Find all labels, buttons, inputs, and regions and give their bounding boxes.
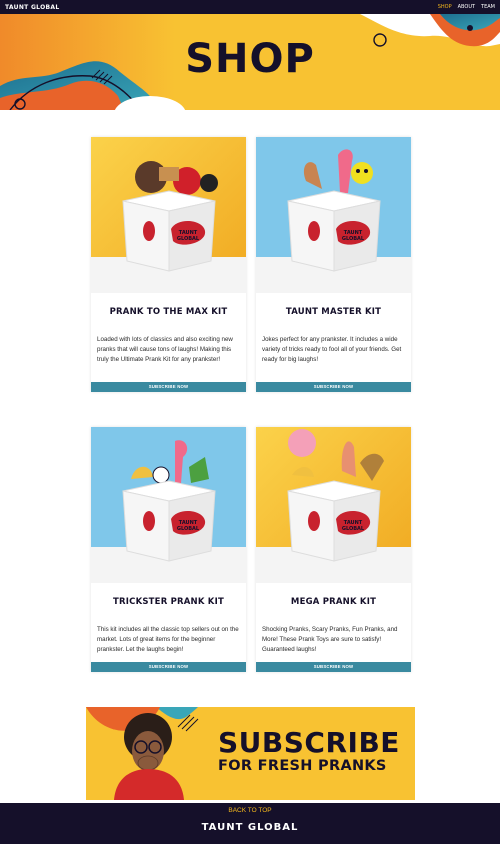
product-title: MEGA PRANK KIT: [290, 597, 377, 607]
hero-banner: SHOP: [0, 14, 500, 110]
svg-text:GLOBAL: GLOBAL: [177, 526, 200, 532]
prank-box-illustration: TAUNT GLOBAL: [256, 427, 411, 583]
product-title: TAUNT MASTER KIT: [285, 307, 382, 317]
product-title: TRICKSTER PRANK KIT: [113, 597, 224, 607]
product-image: TAUNT GLOBAL: [256, 427, 411, 583]
product-description: Jokes perfect for any prankster. It incl…: [262, 336, 402, 363]
back-to-top-link[interactable]: BACK TO TOP: [0, 807, 500, 814]
subscribe-button[interactable]: SUBSCRIBE NOW: [91, 662, 246, 672]
product-card: TAUNT GLOBAL TAUNT MASTER KIT Jokes perf…: [256, 137, 411, 392]
svg-text:GLOBAL: GLOBAL: [342, 236, 365, 242]
subscribe-button[interactable]: SUBSCRIBE NOW: [256, 662, 411, 672]
product-image: TAUNT GLOBAL: [91, 427, 246, 583]
nav-link-shop[interactable]: SHOP: [438, 4, 452, 10]
footer: BACK TO TOP TAUNT GLOBAL: [0, 803, 500, 844]
prank-box-illustration: TAUNT GLOBAL: [91, 137, 246, 293]
product-image: TAUNT GLOBAL: [91, 137, 246, 293]
nav-links: SHOP ABOUT TEAM: [438, 4, 495, 10]
top-nav: TAUNT GLOBAL SHOP ABOUT TEAM: [0, 0, 500, 14]
banner-subline: FOR FRESH PRANKS: [218, 758, 387, 774]
nav-link-about[interactable]: ABOUT: [458, 4, 475, 10]
product-description: This kit includes all the classic top se…: [97, 626, 239, 653]
subscribe-banner[interactable]: SUBSCRIBE FOR FRESH PRANKS: [86, 707, 415, 800]
svg-text:GLOBAL: GLOBAL: [342, 526, 365, 532]
prank-box-illustration: TAUNT GLOBAL: [256, 137, 411, 293]
svg-text:GLOBAL: GLOBAL: [177, 236, 200, 242]
product-description: Loaded with lots of classics and also ex…: [97, 336, 233, 363]
product-image: TAUNT GLOBAL: [256, 137, 411, 293]
product-title: PRANK TO THE MAX KIT: [109, 307, 228, 317]
product-description: Shocking Pranks, Scary Pranks, Fun Prank…: [262, 626, 398, 653]
subscribe-button[interactable]: SUBSCRIBE NOW: [91, 382, 246, 392]
page-title: SHOP: [185, 36, 315, 82]
footer-brand-logo: TAUNT GLOBAL: [201, 822, 299, 833]
nav-link-team[interactable]: TEAM: [481, 4, 495, 10]
product-card: TAUNT GLOBAL TRICKSTER PRANK KIT This ki…: [91, 427, 246, 672]
subscribe-button[interactable]: SUBSCRIBE NOW: [256, 382, 411, 392]
product-card: TAUNT GLOBAL MEGA PRANK KIT Shocking Pra…: [256, 427, 411, 672]
brand-logo[interactable]: TAUNT GLOBAL: [5, 4, 59, 11]
prank-box-illustration: TAUNT GLOBAL: [91, 427, 246, 583]
banner-headline: SUBSCRIBE: [218, 726, 400, 759]
product-card: TAUNT GLOBAL PRANK TO THE MAX KIT Loaded…: [91, 137, 246, 392]
